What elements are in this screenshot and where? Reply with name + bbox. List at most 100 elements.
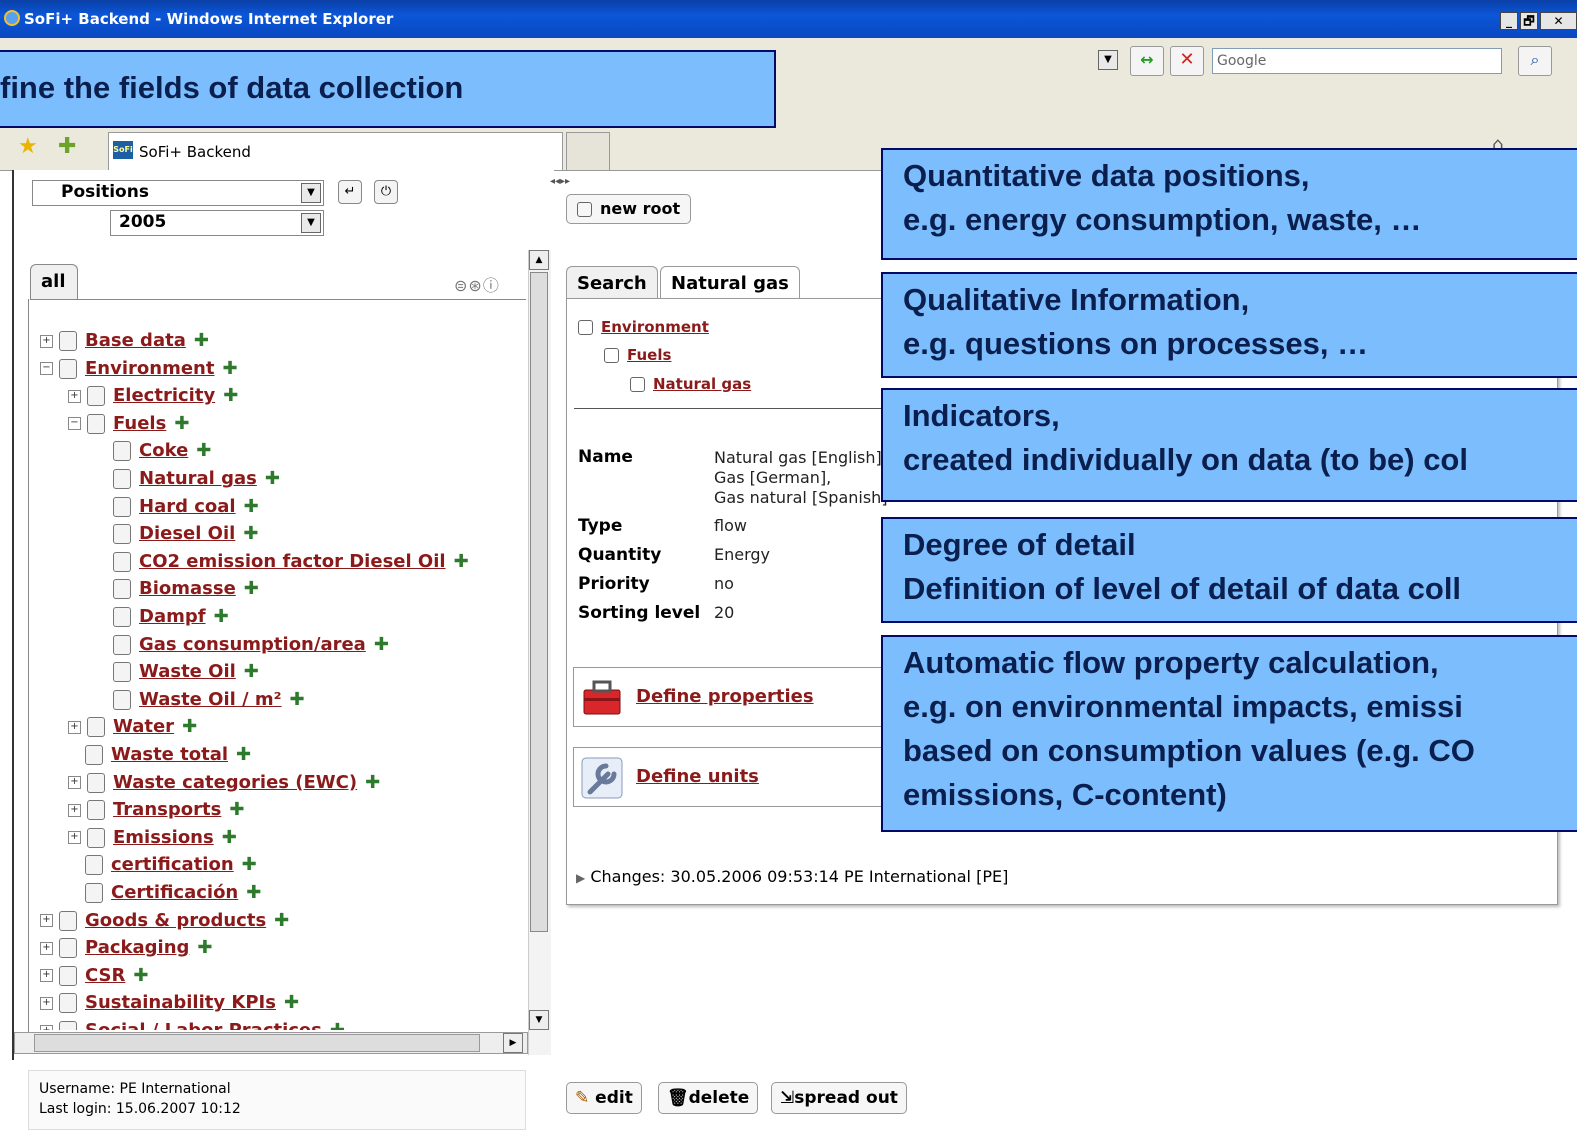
- tree-item[interactable]: Waste total ✚: [68, 744, 251, 770]
- tree-item[interactable]: CO2 emission factor Diesel Oil ✚: [96, 551, 469, 577]
- new-tab-button[interactable]: [566, 132, 610, 170]
- define-properties-link[interactable]: Define properties: [636, 686, 814, 707]
- tree-item-link[interactable]: Diesel Oil: [139, 523, 235, 544]
- tree-item-link[interactable]: Waste Oil / m²: [139, 689, 282, 710]
- tree-item[interactable]: + Waste categories (EWC) ✚: [68, 772, 380, 798]
- breadcrumb-fuels[interactable]: Fuels: [604, 346, 671, 364]
- pane-nav-icon[interactable]: ◂◂▸▸: [550, 176, 570, 187]
- tree-item[interactable]: certification ✚: [68, 854, 257, 880]
- tree-item[interactable]: Coke ✚: [96, 440, 211, 466]
- add-child-icon[interactable]: ✚: [194, 330, 209, 351]
- refresh-icon[interactable]: ↔: [1130, 46, 1164, 76]
- tree-item-link[interactable]: Water: [113, 716, 174, 737]
- tree-item[interactable]: Dampf ✚: [96, 606, 229, 632]
- tree-item[interactable]: Certificación ✚: [68, 882, 261, 908]
- new-root-button[interactable]: new root: [566, 194, 692, 224]
- apply-icon[interactable]: ↵: [338, 180, 362, 204]
- add-child-icon[interactable]: ✚: [174, 413, 189, 434]
- tree-item-link[interactable]: Waste total: [111, 744, 228, 765]
- add-child-icon[interactable]: ✚: [374, 634, 389, 655]
- add-child-icon[interactable]: ✚: [290, 689, 305, 710]
- add-child-icon[interactable]: ✚: [133, 965, 148, 986]
- changes-info[interactable]: ▶ Changes: 30.05.2006 09:53:14 PE Intern…: [576, 867, 1008, 886]
- year-select[interactable]: 2005 ▼: [110, 210, 324, 236]
- add-child-icon[interactable]: ✚: [229, 799, 244, 820]
- tree-item[interactable]: + Water ✚: [68, 716, 197, 742]
- tree-item-link[interactable]: CO2 emission factor Diesel Oil: [139, 551, 446, 572]
- add-child-icon[interactable]: ✚: [196, 440, 211, 461]
- tree-item-link[interactable]: Emissions: [113, 827, 214, 848]
- add-child-icon[interactable]: ✚: [330, 1020, 345, 1030]
- tree-item-link[interactable]: Waste Oil: [139, 661, 236, 682]
- add-child-icon[interactable]: ✚: [246, 882, 261, 903]
- tree-item-link[interactable]: Goods & products: [85, 910, 266, 931]
- tree-item-link[interactable]: Biomasse: [139, 578, 236, 599]
- tree-item[interactable]: + Emissions ✚: [68, 827, 237, 853]
- scroll-right-icon[interactable]: ▶: [503, 1033, 523, 1053]
- add-child-icon[interactable]: ✚: [454, 551, 469, 572]
- expand-toggle-icon[interactable]: +: [40, 914, 53, 928]
- tree-item[interactable]: Hard coal ✚: [96, 496, 259, 522]
- tree-item[interactable]: − Environment ✚: [40, 358, 238, 384]
- tree-item-link[interactable]: Certificación: [111, 882, 238, 903]
- spread-out-button[interactable]: ⇲spread out: [771, 1082, 907, 1114]
- tree-item[interactable]: + Social / Labor Practices ✚: [40, 1020, 345, 1030]
- scroll-down-icon[interactable]: ▼: [529, 1010, 549, 1030]
- expand-toggle-icon[interactable]: +: [40, 941, 53, 955]
- tree-tool-icons[interactable]: ⊜⊛ⓘ: [454, 272, 500, 296]
- browser-tab-active[interactable]: SoFi SoFi+ Backend: [108, 132, 563, 170]
- delete-button[interactable]: 🗑delete: [658, 1082, 759, 1114]
- breadcrumb-natural-gas[interactable]: Natural gas: [630, 375, 751, 393]
- add-child-icon[interactable]: ✚: [236, 744, 251, 765]
- search-icon[interactable]: ⌕: [1518, 46, 1552, 76]
- edit-button[interactable]: ✎ edit: [566, 1082, 642, 1114]
- scroll-up-icon[interactable]: ▲: [529, 250, 549, 270]
- expand-toggle-icon[interactable]: +: [40, 1024, 53, 1030]
- tree-item-link[interactable]: Electricity: [113, 385, 215, 406]
- expand-toggle-icon[interactable]: +: [40, 996, 53, 1010]
- tree-item-link[interactable]: Environment: [85, 358, 214, 379]
- expand-toggle-icon[interactable]: −: [40, 362, 53, 376]
- tree-item[interactable]: + Base data ✚: [40, 330, 209, 356]
- scroll-thumb[interactable]: [530, 272, 548, 932]
- close-button[interactable]: ✕: [1540, 12, 1577, 30]
- tree-item[interactable]: + Electricity ✚: [68, 385, 238, 411]
- tree-item[interactable]: + CSR ✚: [40, 965, 148, 991]
- expand-toggle-icon[interactable]: +: [68, 776, 81, 790]
- favorites-star-icon[interactable]: ★: [18, 134, 38, 159]
- tree-item[interactable]: Gas consumption/area ✚: [96, 634, 389, 660]
- tree-item-link[interactable]: Hard coal: [139, 496, 236, 517]
- tree-item[interactable]: Waste Oil ✚: [96, 661, 259, 687]
- define-units-link[interactable]: Define units: [636, 766, 759, 787]
- tree-item-link[interactable]: Coke: [139, 440, 188, 461]
- add-child-icon[interactable]: ✚: [242, 854, 257, 875]
- positions-select[interactable]: Positions ▼: [32, 180, 324, 206]
- expand-toggle-icon[interactable]: +: [40, 334, 53, 348]
- tree-item-link[interactable]: Base data: [85, 330, 186, 351]
- tree-tab-all[interactable]: all: [30, 264, 78, 300]
- power-icon[interactable]: ⏻: [374, 180, 398, 204]
- add-child-icon[interactable]: ✚: [197, 937, 212, 958]
- tree-item[interactable]: Waste Oil / m² ✚: [96, 689, 305, 715]
- add-child-icon[interactable]: ✚: [365, 772, 380, 793]
- add-child-icon[interactable]: ✚: [244, 578, 259, 599]
- tree-item[interactable]: + Goods & products ✚: [40, 910, 289, 936]
- tree-item[interactable]: Natural gas ✚: [96, 468, 280, 494]
- tree-item-link[interactable]: Transports: [113, 799, 221, 820]
- tree-item-link[interactable]: Fuels: [113, 413, 166, 434]
- tree-item[interactable]: Biomasse ✚: [96, 578, 259, 604]
- breadcrumb-environment[interactable]: Environment: [578, 318, 709, 336]
- tree-item[interactable]: + Packaging ✚: [40, 937, 213, 963]
- expand-toggle-icon[interactable]: −: [68, 417, 81, 431]
- add-child-icon[interactable]: ✚: [284, 992, 299, 1013]
- tree-item-link[interactable]: certification: [111, 854, 234, 875]
- expand-toggle-icon[interactable]: +: [68, 720, 81, 734]
- add-favorite-icon[interactable]: ✚: [58, 134, 76, 159]
- expand-toggle-icon[interactable]: +: [68, 389, 81, 403]
- tab-natural-gas[interactable]: Natural gas: [660, 266, 800, 300]
- maximize-button[interactable]: 🗗: [1520, 12, 1538, 30]
- tree-item-link[interactable]: Gas consumption/area: [139, 634, 366, 655]
- expand-toggle-icon[interactable]: +: [68, 803, 81, 817]
- stop-icon[interactable]: ✕: [1170, 46, 1204, 76]
- tree-item[interactable]: + Transports ✚: [68, 799, 244, 825]
